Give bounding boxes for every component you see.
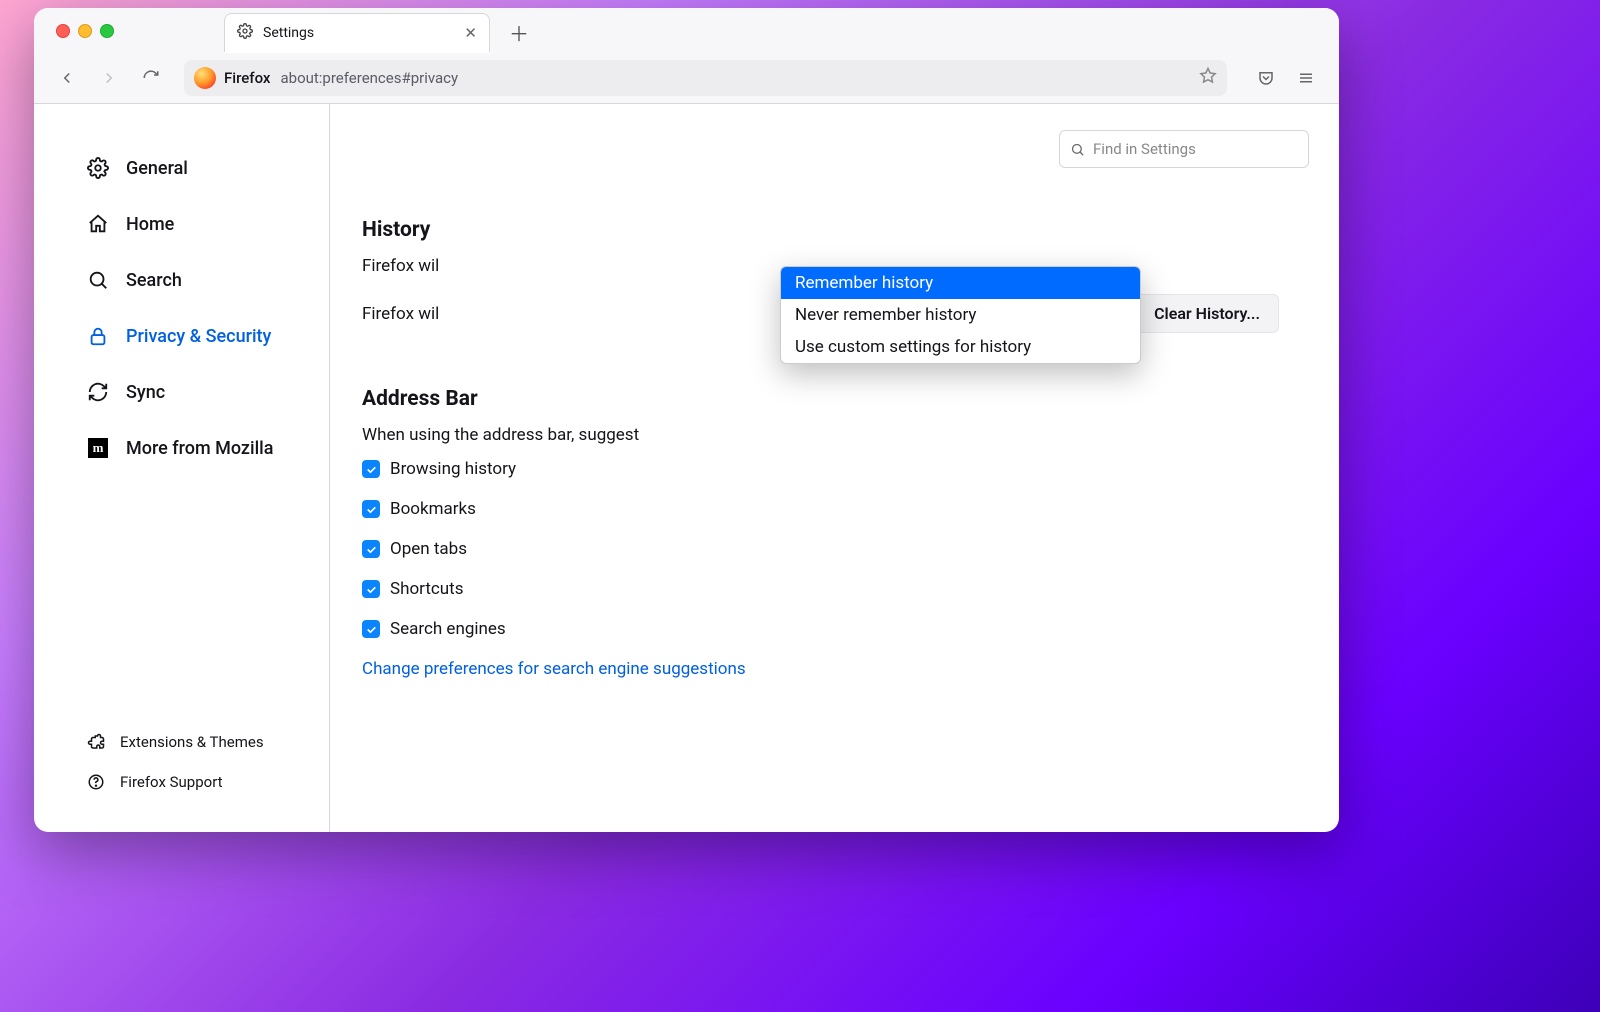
sidebar-item-home[interactable]: Home — [86, 196, 303, 252]
close-tab-icon[interactable]: ✕ — [464, 26, 477, 41]
puzzle-icon — [86, 732, 106, 752]
checkbox-icon — [362, 460, 380, 478]
sidebar-item-label: Privacy & Security — [126, 326, 271, 347]
window-controls — [56, 24, 114, 38]
checkbox-icon — [362, 620, 380, 638]
search-icon — [86, 268, 110, 292]
toolbar: Firefox about:preferences#privacy — [34, 53, 1339, 104]
check-label: Browsing history — [390, 459, 516, 479]
history-heading: History — [362, 218, 1279, 242]
addressbar-heading: Address Bar — [362, 387, 1279, 411]
check-search-engines[interactable]: Search engines — [362, 619, 1279, 639]
check-label: Search engines — [390, 619, 506, 639]
forward-button[interactable] — [92, 61, 126, 95]
bookmark-star-icon[interactable] — [1199, 67, 1217, 89]
pocket-icon[interactable] — [1249, 61, 1283, 95]
dropdown-option-custom[interactable]: Use custom settings for history — [781, 331, 1140, 363]
check-label: Bookmarks — [390, 499, 476, 519]
browser-window: Settings ✕ ＋ Firefox about:preferences#p… — [34, 8, 1339, 832]
change-search-suggestions-link[interactable]: Change preferences for search engine sug… — [362, 659, 1279, 679]
sidebar-item-label: General — [126, 158, 188, 179]
history-mode-dropdown: Remember history Never remember history … — [780, 266, 1141, 364]
toolbar-right — [1249, 61, 1323, 95]
gear-icon — [237, 23, 253, 43]
gear-icon — [86, 156, 110, 180]
sidebar-item-more-mozilla[interactable]: m More from Mozilla — [86, 420, 303, 476]
zoom-window-button[interactable] — [100, 24, 114, 38]
back-button[interactable] — [50, 61, 84, 95]
clear-history-label: Clear History... — [1154, 304, 1260, 323]
dropdown-option-remember[interactable]: Remember history — [781, 267, 1140, 299]
url-text: about:preferences#privacy — [280, 69, 458, 87]
menu-icon[interactable] — [1289, 61, 1323, 95]
sidebar-item-sync[interactable]: Sync — [86, 364, 303, 420]
check-open-tabs[interactable]: Open tabs — [362, 539, 1279, 559]
new-tab-button[interactable]: ＋ — [504, 17, 534, 47]
close-window-button[interactable] — [56, 24, 70, 38]
check-label: Shortcuts — [390, 579, 464, 599]
check-shortcuts[interactable]: Shortcuts — [362, 579, 1279, 599]
addressbar-subhead: When using the address bar, suggest — [362, 425, 1279, 445]
tab-strip: Settings ✕ ＋ — [34, 8, 1339, 53]
settings-sidebar: General Home Search Privacy & Security S… — [34, 104, 330, 832]
sidebar-extensions-link[interactable]: Extensions & Themes — [86, 722, 303, 762]
firefox-icon — [194, 67, 216, 89]
check-browsing-history[interactable]: Browsing history — [362, 459, 1279, 479]
help-icon — [86, 772, 106, 792]
checkbox-icon — [362, 580, 380, 598]
search-icon — [1070, 142, 1085, 157]
sidebar-item-label: More from Mozilla — [126, 438, 273, 459]
check-bookmarks[interactable]: Bookmarks — [362, 499, 1279, 519]
sidebar-item-label: Home — [126, 214, 174, 235]
home-icon — [86, 212, 110, 236]
sidebar-item-label: Sync — [126, 382, 165, 403]
url-bar[interactable]: Firefox about:preferences#privacy — [184, 60, 1227, 96]
check-label: Open tabs — [390, 539, 467, 559]
dropdown-option-never[interactable]: Never remember history — [781, 299, 1140, 331]
checkbox-icon — [362, 540, 380, 558]
settings-main: Find in Settings History Firefox wil Fir… — [330, 104, 1339, 832]
sidebar-item-search[interactable]: Search — [86, 252, 303, 308]
sidebar-support-label: Firefox Support — [120, 773, 223, 791]
lock-icon — [86, 324, 110, 348]
sidebar-support-link[interactable]: Firefox Support — [86, 762, 303, 802]
history-line-2-prefix: Firefox wil — [362, 304, 439, 324]
reload-button[interactable] — [134, 61, 168, 95]
sidebar-item-privacy[interactable]: Privacy & Security — [86, 308, 303, 364]
minimize-window-button[interactable] — [78, 24, 92, 38]
sidebar-extensions-label: Extensions & Themes — [120, 733, 264, 751]
checkbox-icon — [362, 500, 380, 518]
settings-search-input[interactable]: Find in Settings — [1059, 130, 1309, 168]
browser-tab[interactable]: Settings ✕ — [224, 13, 490, 52]
mozilla-icon: m — [86, 436, 110, 460]
content-area: General Home Search Privacy & Security S… — [34, 104, 1339, 832]
url-brand: Firefox — [224, 69, 270, 87]
settings-search-placeholder: Find in Settings — [1093, 140, 1196, 158]
tab-title: Settings — [263, 25, 314, 41]
sidebar-item-label: Search — [126, 270, 182, 291]
sidebar-item-general[interactable]: General — [86, 140, 303, 196]
clear-history-button[interactable]: Clear History... — [1135, 294, 1279, 333]
sync-icon — [86, 380, 110, 404]
